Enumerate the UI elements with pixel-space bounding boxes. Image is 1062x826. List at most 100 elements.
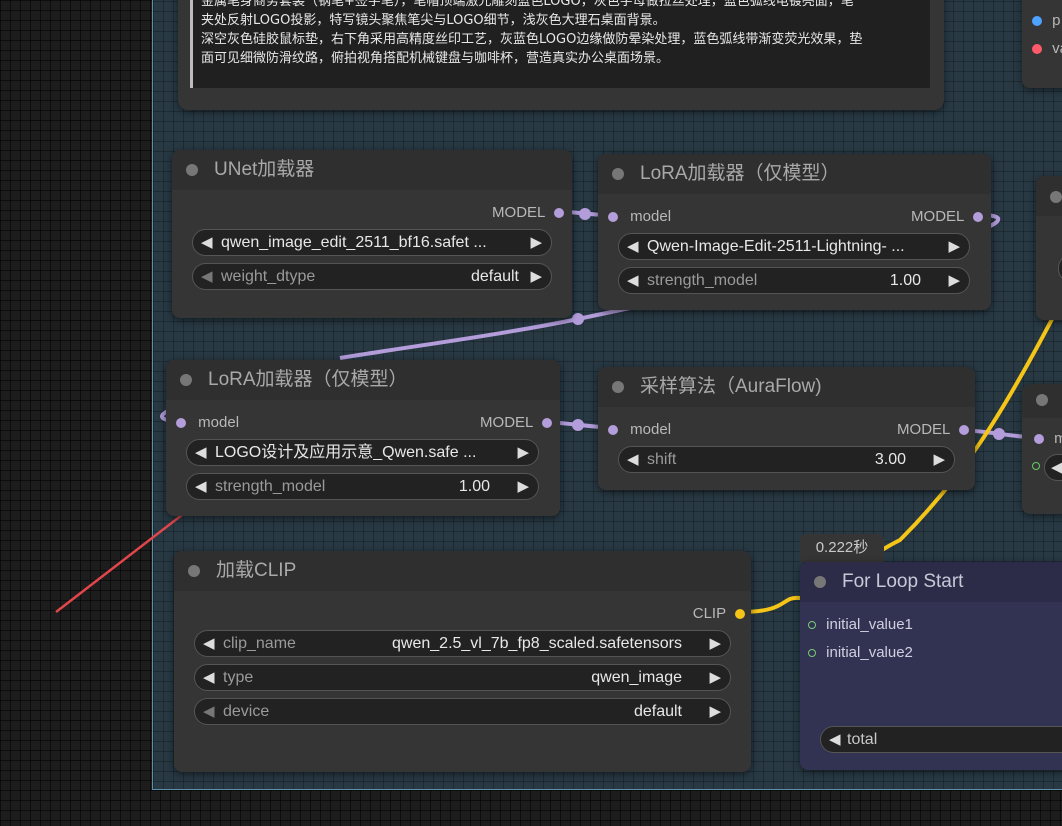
output-slot-model[interactable] [542, 418, 552, 429]
input-slot-dot[interactable] [1032, 44, 1042, 55]
combo-value: Qwen-Image-Edit-2511-Lightning- ... [647, 238, 905, 255]
arrow-right-icon[interactable]: ▶ [530, 264, 542, 289]
model-sampling-auraflow-node[interactable]: 采样算法（AuraFlow) model MODEL ◀ shift 3.00 … [598, 367, 975, 490]
prompt-line: 金属笔身商务套装（钢笔+签字笔），笔帽顶端激光雕刻蓝色LOGO，灰色字母做拉丝处… [201, 0, 854, 9]
output-label: MODEL [480, 414, 533, 431]
arrow-right-icon[interactable]: ▶ [948, 234, 960, 259]
execution-time-badge: 0.222秒 [800, 534, 884, 562]
input-label: p [1052, 12, 1061, 29]
node-title: 加载CLIP [216, 560, 297, 581]
output-label: MODEL [911, 208, 964, 225]
clip-name-combo[interactable]: ◀ clip_name qwen_2.5_vl_7b_fp8_scaled.sa… [194, 630, 731, 657]
node-title-bar[interactable]: For Loop Start [800, 562, 1062, 602]
clip-type-combo[interactable]: ◀ type qwen_image ▶ [194, 664, 731, 691]
widget-label: clip_name [223, 635, 296, 652]
clip-loader-node[interactable]: 加载CLIP CLIP ◀ clip_name qwen_2.5_vl_7b_f… [174, 551, 751, 772]
arrow-left-icon[interactable]: ◀ [195, 440, 207, 465]
input-slot-dot[interactable] [808, 649, 816, 658]
node-title: LoRA加载器（仅模型） [208, 369, 408, 390]
output-label: MODEL [897, 421, 950, 438]
arrow-right-icon[interactable]: ▶ [517, 474, 529, 499]
total-slider[interactable]: ◀ total [820, 726, 1062, 753]
node-title-bar[interactable]: LoRA加载器（仅模型） [598, 154, 991, 194]
weight-dtype-combo[interactable]: ◀ weight_dtype default ▶ [192, 263, 552, 290]
widget-label: device [223, 703, 270, 720]
partial-node-right-mid: m ◀ [1022, 384, 1062, 514]
lora-name-combo[interactable]: ◀ Qwen-Image-Edit-2511-Lightning- ... ▶ [618, 233, 970, 260]
input-label: initial_value2 [826, 644, 913, 661]
arrow-right-icon[interactable]: ▶ [933, 447, 945, 472]
arrow-right-icon[interactable]: ▶ [948, 268, 960, 293]
input-slot-dot[interactable] [1032, 16, 1042, 27]
input-slot-dot[interactable] [808, 621, 816, 630]
node-title-bar[interactable]: 加载CLIP [174, 551, 751, 591]
widget-value: default [633, 703, 682, 720]
node-title: UNet加载器 [214, 159, 315, 180]
for-loop-start-node[interactable]: For Loop Start initial_value1 initial_va… [800, 562, 1062, 770]
lora-loader-node-1[interactable]: LoRA加载器（仅模型） model MODEL ◀ Qwen-Image-Ed… [598, 154, 991, 310]
arrow-left-icon[interactable]: ◀ [203, 631, 215, 656]
lora-name-combo[interactable]: ◀ LOGO设计及应用示意_Qwen.safe ... ▶ [186, 439, 539, 466]
arrow-right-icon[interactable]: ▶ [709, 665, 721, 690]
output-slot-model[interactable] [973, 212, 983, 223]
node-title: LoRA加载器（仅模型） [640, 163, 840, 184]
shift-slider[interactable]: ◀ shift 3.00 ▶ [618, 446, 955, 473]
collapse-dot[interactable] [612, 168, 624, 180]
widget-value: qwen_2.5_vl_7b_fp8_scaled.safetensors [392, 635, 682, 652]
unet-loader-node[interactable]: UNet加载器 MODEL ◀ qwen_image_edit_2511_bf1… [172, 150, 572, 318]
lora-loader-node-2[interactable]: LoRA加载器（仅模型） model MODEL ◀ LOGO设计及应用示意_Q… [166, 360, 560, 516]
arrow-left-icon[interactable]: ◀ [627, 234, 639, 259]
strength-model-slider[interactable]: ◀ strength_model 1.00 ▶ [186, 473, 539, 500]
output-slot-model[interactable] [554, 208, 564, 219]
collapse-dot[interactable] [180, 374, 192, 386]
arrow-right-icon[interactable]: ▶ [517, 440, 529, 465]
widget-label: weight_dtype [221, 268, 316, 285]
arrow-left-icon[interactable]: ◀ [203, 665, 215, 690]
output-label: CLIP [692, 605, 726, 622]
widget-value: default [470, 268, 519, 285]
arrow-right-icon[interactable]: ▶ [709, 699, 721, 724]
partial-node-right-upper [1036, 176, 1062, 320]
collapse-dot[interactable] [814, 576, 826, 588]
combo-value: qwen_image_edit_2511_bf16.safet ... [221, 234, 487, 251]
arrow-left-icon[interactable]: ◀ [829, 727, 841, 752]
input-label: model [630, 208, 672, 225]
prompt-textarea[interactable]: 金属笔身商务套装（钢笔+签字笔），笔帽顶端激光雕刻蓝色LOGO，灰色字母做拉丝处… [190, 0, 930, 88]
arrow-left-icon[interactable]: ◀ [203, 699, 215, 724]
input-slot-dot[interactable] [1034, 434, 1044, 445]
output-slot-clip[interactable] [735, 609, 745, 620]
node-title-bar[interactable]: 采样算法（AuraFlow) [598, 367, 975, 407]
arrow-left-icon[interactable]: ◀ [627, 447, 639, 472]
widget-label: strength_model [215, 478, 326, 495]
node-title-bar[interactable]: LoRA加载器（仅模型） [166, 360, 560, 400]
node-title: For Loop Start [842, 571, 964, 592]
prompt-line: 深空灰色硅胶鼠标垫，右下角采用高精度丝印工艺，灰蓝色LOGO边缘做防晕染处理，蓝… [201, 32, 863, 47]
collapse-dot[interactable] [612, 381, 624, 393]
strength-model-slider[interactable]: ◀ strength_model 1.00 ▶ [618, 267, 970, 294]
arrow-right-icon[interactable]: ▶ [530, 230, 542, 255]
input-label: initial_value1 [826, 616, 913, 633]
widget-value: 1.00 [458, 478, 490, 495]
collapse-dot[interactable] [186, 164, 198, 176]
arrow-left-icon[interactable]: ◀ [201, 230, 213, 255]
widget-label: total [847, 731, 878, 748]
arrow-left-icon[interactable]: ◀ [201, 264, 213, 289]
arrow-left-icon[interactable]: ◀ [627, 268, 639, 293]
output-slot-model[interactable] [959, 425, 969, 436]
input-slot-model[interactable] [608, 425, 618, 436]
arrow-left-icon[interactable]: ◀ [195, 474, 207, 499]
input-slot-model[interactable] [608, 212, 618, 223]
node-title-bar[interactable]: UNet加载器 [172, 150, 572, 190]
widget-value: 1.00 [889, 272, 921, 289]
prompt-line: 夹处反射LOGO投影，特写镜头聚焦笔尖与LOGO细节，浅灰色大理石桌面背景。 [201, 13, 666, 28]
widget-value: 3.00 [874, 451, 906, 468]
unet-name-combo[interactable]: ◀ qwen_image_edit_2511_bf16.safet ... ▶ [192, 229, 552, 256]
widget-label: type [223, 669, 254, 686]
clip-device-combo[interactable]: ◀ device default ▶ [194, 698, 731, 725]
collapse-dot[interactable] [188, 565, 200, 577]
input-label: model [198, 414, 240, 431]
widget-label: strength_model [647, 272, 758, 289]
input-slot-model[interactable] [176, 418, 186, 429]
widget-value: qwen_image [591, 669, 682, 686]
arrow-right-icon[interactable]: ▶ [709, 631, 721, 656]
